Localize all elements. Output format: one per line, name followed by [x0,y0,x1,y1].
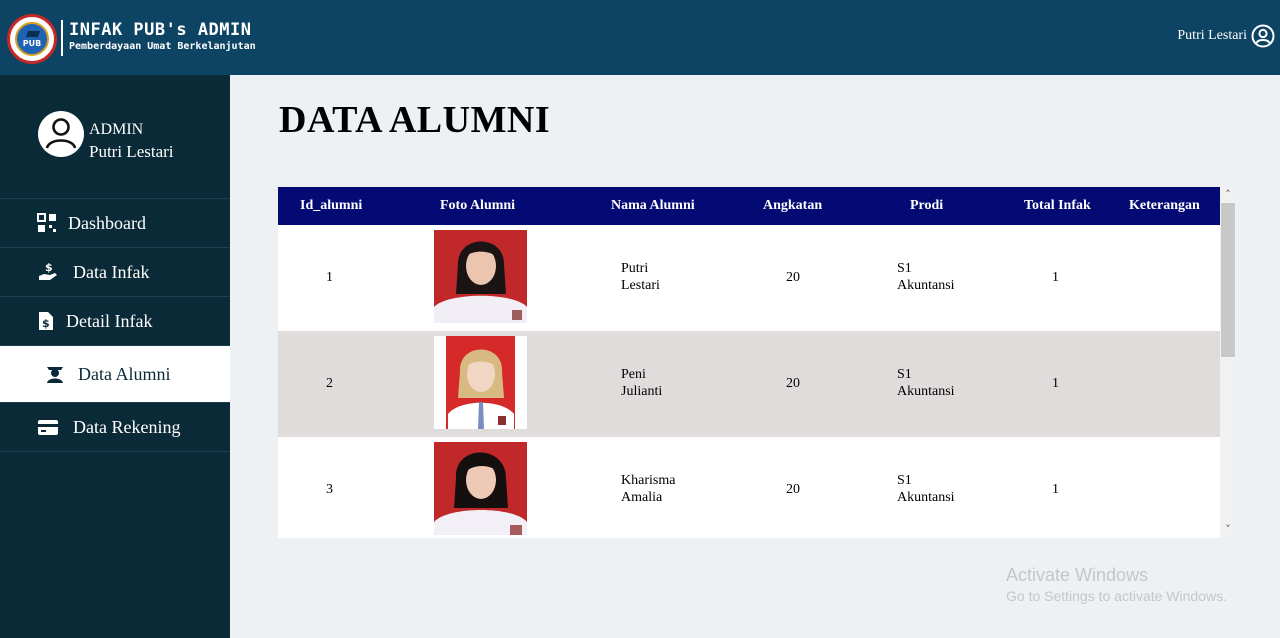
cell-nama-line1: Putri [621,261,649,276]
column-header-keterangan: Keterangan [1129,198,1200,213]
brand-divider [61,20,63,56]
graduation-cap-icon [25,31,41,37]
pub-logo[interactable]: PUB [7,14,57,64]
table-scrollbar[interactable]: ˄ ˅ [1220,187,1236,538]
scroll-down-arrow-icon[interactable]: ˅ [1220,522,1236,538]
alumni-table: Id_alumni Foto Alumni Nama Alumni Angkat… [278,187,1220,538]
cell-nama-line1: Peni [621,367,646,382]
column-header-total-infak: Total Infak [1024,198,1091,213]
table-row: 3 Kharisma Amalia 20 S1 Akuntansi 1 [278,437,1220,538]
cell-nama-line2: Lestari [621,278,660,293]
cell-prodi-line2: Akuntansi [897,384,955,399]
svg-text:$: $ [42,317,50,330]
hand-money-icon: $ [39,262,57,280]
cell-total-infak: 1 [1052,482,1059,497]
cell-id: 3 [326,482,333,497]
logo-badge: PUB [15,22,49,56]
user-avatar-icon[interactable] [1251,24,1275,48]
column-header-id: Id_alumni [300,198,363,213]
sidebar-item-label: Data Alumni [78,364,171,384]
sidebar-item-data-rekening[interactable]: Data Rekening [0,403,230,452]
cell-nama-line1: Kharisma [621,473,676,488]
dashboard-grid-icon [37,213,56,232]
cell-angkatan: 20 [786,482,800,497]
page-title: DATA ALUMNI [279,99,551,141]
cell-prodi-line2: Akuntansi [897,278,955,293]
app-subtitle: Pemberdayaan Umat Berkelanjutan [69,41,256,52]
app-title: INFAK PUB's ADMIN [69,20,252,40]
graduate-icon [47,367,63,383]
table-row: 2 Peni Julianti 20 S1 Akuntansi 1 [278,331,1220,437]
cell-id: 1 [326,270,333,285]
sidebar-item-label: Data Infak [73,262,150,282]
sidebar-item-dashboard[interactable]: Dashboard [0,199,230,248]
alumni-photo[interactable] [434,442,527,535]
activate-windows-hint: Go to Settings to activate Windows. [1006,588,1227,604]
cell-angkatan: 20 [786,376,800,391]
cell-angkatan: 20 [786,270,800,285]
cell-nama-line2: Amalia [621,490,663,505]
cell-prodi-line2: Akuntansi [897,490,955,505]
logo-text: PUB [22,39,42,48]
profile-name: Putri Lestari [89,142,174,161]
credit-card-icon [38,420,58,435]
table-row: 1 Putri Lestari 20 S1 Akuntansi 1 [278,225,1220,331]
sidebar-item-data-infak[interactable]: $ Data Infak [0,248,230,297]
column-header-prodi: Prodi [910,198,944,213]
sidebar-item-label: Data Rekening [73,417,181,437]
cell-prodi-line1: S1 [897,367,912,382]
activate-windows-watermark: Activate Windows [1006,565,1149,585]
cell-prodi-line1: S1 [897,473,912,488]
scrollbar-thumb[interactable] [1221,203,1235,357]
dollar-file-icon: $ [39,312,53,330]
cell-total-infak: 1 [1052,270,1059,285]
column-header-angkatan: Angkatan [763,198,823,213]
column-header-nama: Nama Alumni [611,198,695,213]
sidebar-item-data-alumni[interactable]: Data Alumni [0,346,230,403]
top-navbar: PUB INFAK PUB's ADMIN Pemberdayaan Umat … [0,0,1280,75]
scroll-up-arrow-icon[interactable]: ˄ [1220,187,1236,203]
cell-nama-line2: Julianti [621,384,663,399]
svg-text:$: $ [45,262,53,274]
sidebar: ADMIN Putri Lestari Dashboard $ Data Inf… [0,75,230,638]
profile-role: ADMIN [89,121,144,138]
alumni-photo[interactable] [434,230,527,323]
user-menu-name[interactable]: Putri Lestari [1177,28,1247,44]
cell-id: 2 [326,376,333,391]
sidebar-item-label: Dashboard [68,213,146,233]
sidebar-item-detail-infak[interactable]: $ Detail Infak [0,297,230,346]
column-header-foto: Foto Alumni [440,198,516,213]
sidebar-profile: ADMIN Putri Lestari [0,75,230,199]
alumni-photo[interactable] [434,336,527,429]
cell-prodi-line1: S1 [897,261,912,276]
cell-total-infak: 1 [1052,376,1059,391]
admin-avatar-icon [38,111,84,157]
table-header: Id_alumni Foto Alumni Nama Alumni Angkat… [278,187,1220,225]
sidebar-item-label: Detail Infak [66,311,153,331]
